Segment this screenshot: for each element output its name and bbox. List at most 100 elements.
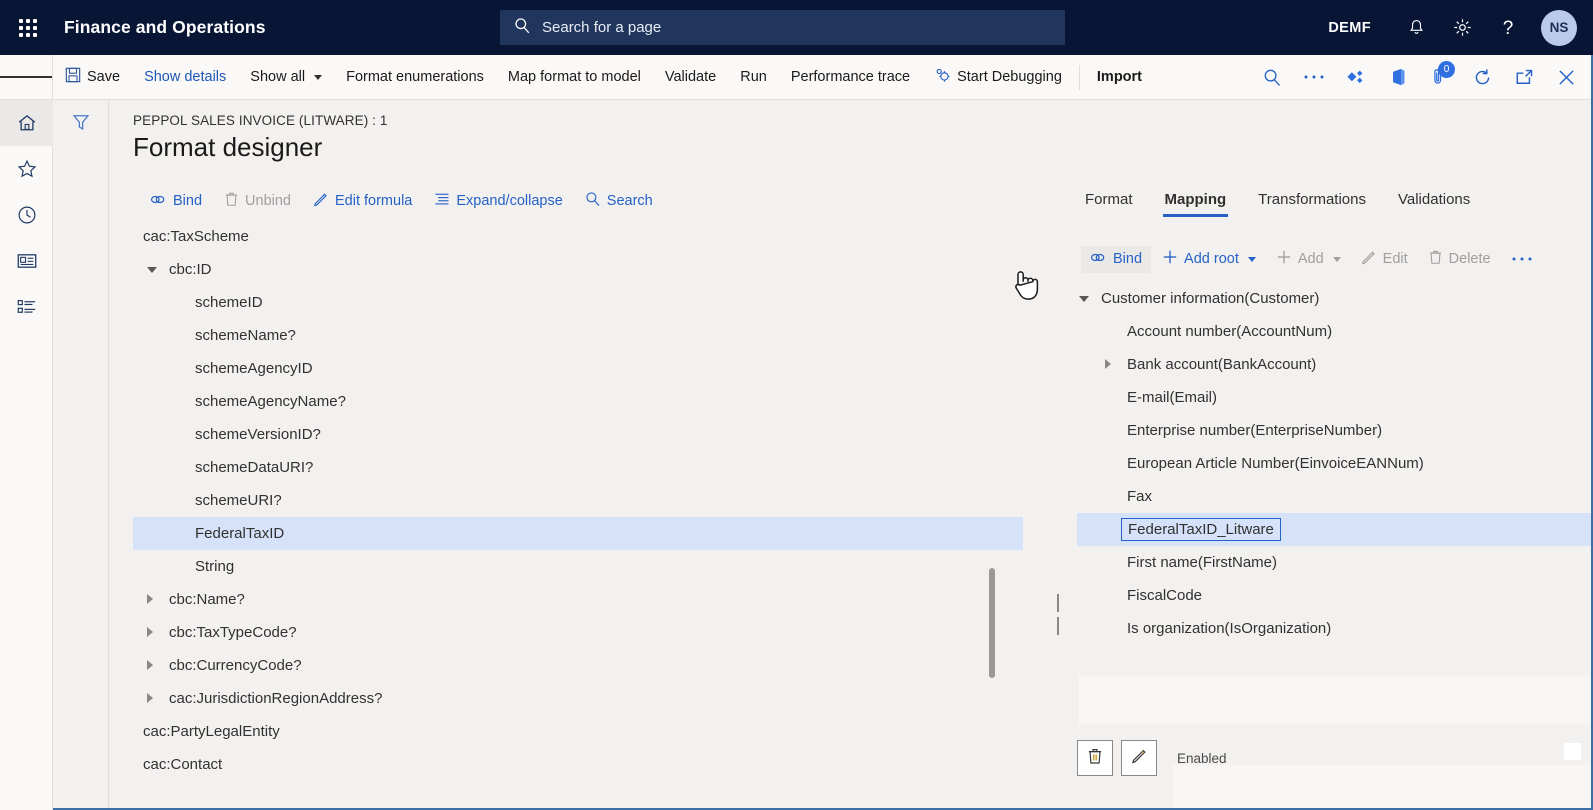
format-tree-row[interactable]: schemeURI? xyxy=(133,484,1023,517)
caret-right-icon[interactable] xyxy=(147,660,153,670)
format-tree-row[interactable]: schemeID xyxy=(133,286,1023,319)
filter-funnel-icon[interactable] xyxy=(53,112,109,133)
format-tree-row[interactable]: cbc:ID xyxy=(133,253,1023,286)
start-debugging-button[interactable]: Start Debugging xyxy=(922,55,1074,99)
tab-mapping[interactable]: Mapping xyxy=(1149,185,1243,217)
left-edit-formula-button[interactable]: Edit formula xyxy=(304,187,421,215)
breadcrumb[interactable]: PEPPOL SALES INVOICE (LITWARE) : 1 xyxy=(133,113,387,128)
rail-item-modules[interactable] xyxy=(0,284,53,330)
format-tree-row[interactable]: schemeName? xyxy=(133,319,1023,352)
mapping-tree-row[interactable]: Is organization(IsOrganization) xyxy=(1077,612,1593,642)
waffle-menu-button[interactable] xyxy=(0,0,56,55)
format-tree-row[interactable]: schemeDataURI? xyxy=(133,451,1023,484)
mapping-tree-row[interactable]: Enterprise number(EnterpriseNumber) xyxy=(1077,414,1593,447)
left-expand-collapse-button[interactable]: Expand/collapse xyxy=(425,188,571,214)
format-tree-row[interactable]: cac:Contact xyxy=(133,748,1023,781)
import-button[interactable]: Import xyxy=(1085,55,1154,99)
left-unbind-button[interactable]: Unbind xyxy=(215,187,300,215)
format-tree-row-label: FederalTaxID xyxy=(195,525,285,542)
rail-item-workspaces[interactable] xyxy=(0,238,53,284)
validate-button[interactable]: Validate xyxy=(653,55,728,99)
format-tree-row[interactable]: cbc:CurrencyCode? xyxy=(133,649,1023,682)
map-format-to-model-button[interactable]: Map format to model xyxy=(496,55,653,99)
attachments-icon[interactable]: 0 xyxy=(1419,55,1461,99)
chevron-down-icon[interactable] xyxy=(1332,256,1341,262)
caret-right-icon[interactable] xyxy=(1105,359,1111,369)
close-icon[interactable] xyxy=(1545,55,1587,99)
overflow-ellipsis-icon xyxy=(1511,251,1533,267)
rail-item-recent[interactable] xyxy=(0,192,53,238)
left-search-button[interactable]: Search xyxy=(576,187,662,215)
performance-trace-button[interactable]: Performance trace xyxy=(779,55,922,99)
format-tree-row[interactable]: FederalTaxID xyxy=(133,517,1023,550)
panel-splitter-handle[interactable] xyxy=(1057,594,1063,635)
gear-icon[interactable] xyxy=(1439,0,1485,55)
global-search-input[interactable]: Search for a page xyxy=(500,10,1065,45)
format-tree-scrollbar[interactable] xyxy=(989,568,995,678)
hamburger-icon[interactable] xyxy=(0,55,53,99)
share-diamond-icon[interactable] xyxy=(1335,55,1377,99)
format-tree-row-label: schemeID xyxy=(195,294,263,311)
mapping-tree-row[interactable]: FiscalCode xyxy=(1077,579,1593,612)
mapping---button[interactable] xyxy=(1502,247,1542,271)
format-tree-row[interactable]: schemeAgencyName? xyxy=(133,385,1023,418)
mapping-tree[interactable]: Customer information(Customer) Account nu… xyxy=(1077,282,1593,642)
tab-transformations[interactable]: Transformations xyxy=(1242,185,1382,217)
mapping-bind-button[interactable]: Bind xyxy=(1081,245,1152,273)
save-icon xyxy=(65,67,81,87)
show-all-button[interactable]: Show all xyxy=(238,55,334,99)
caret-right-icon[interactable] xyxy=(147,594,153,604)
mapping-edit-button[interactable]: Edit xyxy=(1352,245,1417,273)
run-button[interactable]: Run xyxy=(728,55,779,99)
show-details-button[interactable]: Show details xyxy=(132,55,238,99)
mapping-tree-row[interactable]: FederalTaxID_Litware xyxy=(1077,513,1593,546)
tab-validations[interactable]: Validations xyxy=(1382,185,1486,217)
format-tree-row[interactable]: cac:PartyLegalEntity xyxy=(133,715,1023,748)
mapping-toolbar-label: Edit xyxy=(1382,251,1408,267)
format-tree-row[interactable]: String xyxy=(133,550,1023,583)
office-icon[interactable] xyxy=(1377,55,1419,99)
format-tree-row[interactable]: schemeAgencyID xyxy=(133,352,1023,385)
format-tree-row[interactable]: cac:JurisdictionRegionAddress? xyxy=(133,682,1023,715)
format-tree-row[interactable]: cac:TaxScheme xyxy=(133,220,1023,253)
format-tree-row[interactable]: cbc:Name? xyxy=(133,583,1023,616)
mapping-tree-row[interactable]: Fax xyxy=(1077,480,1593,513)
save-button[interactable]: Save xyxy=(53,55,132,99)
caret-down-icon[interactable] xyxy=(147,267,157,273)
mapping-tree-row[interactable]: European Article Number(EinvoiceEANNum) xyxy=(1077,447,1593,480)
caret-right-icon[interactable] xyxy=(147,627,153,637)
format-tree-row[interactable]: schemeVersionID? xyxy=(133,418,1023,451)
refresh-icon[interactable] xyxy=(1461,55,1503,99)
help-icon[interactable]: ? xyxy=(1485,0,1531,55)
popout-icon[interactable] xyxy=(1503,55,1545,99)
search-icon[interactable] xyxy=(1251,55,1293,99)
mapping-toolbar-label: Add root xyxy=(1184,251,1239,267)
rail-item-favorites[interactable] xyxy=(0,146,53,192)
mapping-tree-row[interactable]: Bank account(BankAccount) xyxy=(1077,348,1593,381)
left-bind-button[interactable]: Bind xyxy=(141,188,211,215)
mapping-delete-button[interactable]: Delete xyxy=(1419,245,1500,273)
caret-right-icon[interactable] xyxy=(147,693,153,703)
format-tree[interactable]: cac:TaxScheme cbc:ID schemeID schemeName? sc… xyxy=(133,220,1023,805)
mapping-add-button[interactable]: Add xyxy=(1267,245,1350,273)
company-selector[interactable]: DEMF xyxy=(1328,20,1371,36)
format-tree-row[interactable]: cbc:TaxTypeCode? xyxy=(133,616,1023,649)
chevron-down-icon[interactable] xyxy=(1247,256,1256,262)
tab-format[interactable]: Format xyxy=(1069,185,1149,217)
caret-down-icon[interactable] xyxy=(1079,296,1089,302)
rail-item-home[interactable] xyxy=(0,100,53,146)
mapping-tree-row[interactable]: E-mail(Email) xyxy=(1077,381,1593,414)
avatar[interactable]: NS xyxy=(1541,9,1577,46)
mapping-tree-row[interactable]: Account number(AccountNum) xyxy=(1077,315,1593,348)
footer-delete-button[interactable] xyxy=(1077,740,1113,776)
format-enumerations-button[interactable]: Format enumerations xyxy=(334,55,496,99)
footer-edit-button[interactable] xyxy=(1121,740,1157,776)
mapping-add-root-button[interactable]: Add root xyxy=(1153,245,1265,273)
mapping-tree-row[interactable]: Customer information(Customer) xyxy=(1077,282,1593,315)
overflow-ellipsis-icon[interactable] xyxy=(1293,55,1335,99)
mapping-tree-row[interactable]: First name(FirstName) xyxy=(1077,546,1593,579)
pencil-icon xyxy=(1131,747,1148,769)
resize-grip[interactable] xyxy=(1564,743,1581,760)
bell-icon[interactable] xyxy=(1393,0,1439,55)
enabled-field[interactable] xyxy=(1173,765,1593,810)
